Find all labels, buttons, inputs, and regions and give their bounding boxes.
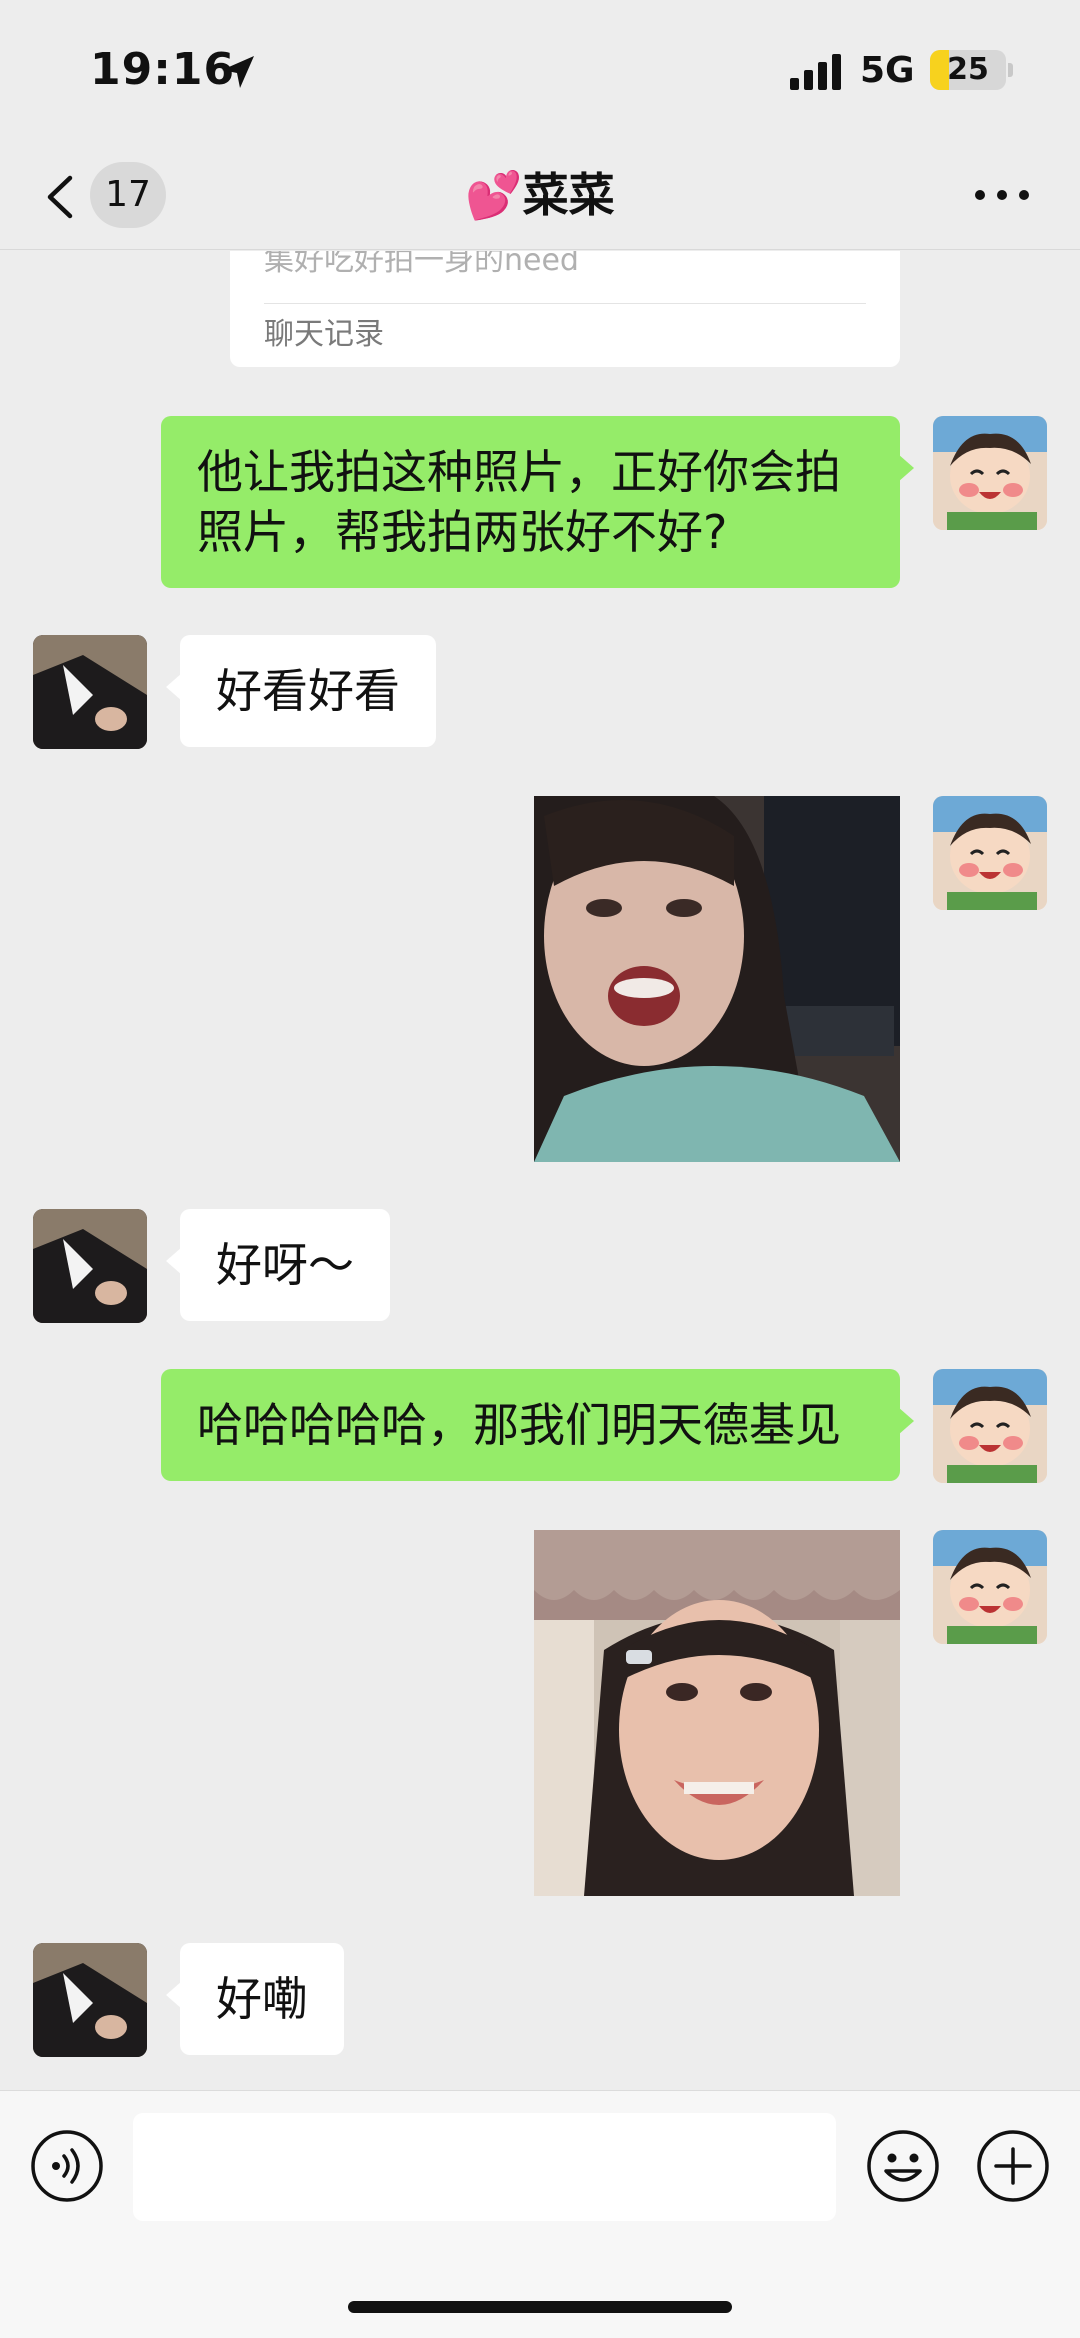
- message-list[interactable]: 集好吃好拍一身的need 聊天记录 他让我拍这种照片，正好你会拍照片，帮我拍两张…: [0, 251, 1080, 2089]
- battery-nub: [1008, 63, 1013, 77]
- child-avatar-image: [933, 796, 1047, 910]
- cellular-signal-icon: [790, 54, 841, 90]
- my-avatar[interactable]: [933, 1369, 1047, 1483]
- battery-level: 25: [947, 52, 989, 87]
- contact-avatar-image: [33, 635, 147, 749]
- contact-avatar[interactable]: [33, 1209, 147, 1323]
- card-divider: [264, 303, 866, 304]
- unread-count-badge: 17: [90, 162, 166, 228]
- more-dots-icon[interactable]: [970, 170, 1034, 220]
- my-avatar[interactable]: [933, 1530, 1047, 1644]
- child-avatar-image: [933, 416, 1047, 530]
- input-bar: [0, 2090, 1080, 2338]
- selfie-photo-smiling: [534, 1530, 900, 1896]
- chat-title: 💕菜菜: [465, 168, 615, 222]
- forwarded-chat-card[interactable]: 集好吃好拍一身的need 聊天记录: [230, 251, 900, 367]
- emoji-smile-icon[interactable]: [866, 2129, 940, 2203]
- message-bubble-me[interactable]: 哈哈哈哈哈，那我们明天德基见: [161, 1369, 914, 1481]
- back-button[interactable]: 17: [36, 162, 176, 228]
- child-avatar-image: [933, 1369, 1047, 1483]
- status-time: 19:16: [90, 44, 236, 95]
- message-bubble-other[interactable]: 好看好看: [166, 635, 436, 747]
- message-image-me[interactable]: [534, 1530, 900, 1896]
- message-image-me[interactable]: [534, 796, 900, 1162]
- forwarded-preview-text: 集好吃好拍一身的need: [264, 251, 579, 278]
- chevron-left-icon: [47, 175, 73, 219]
- home-indicator: [348, 2301, 732, 2313]
- location-arrow-icon: [222, 56, 254, 88]
- status-bar: 19:16 5G 25: [0, 0, 1080, 140]
- my-avatar[interactable]: [933, 416, 1047, 530]
- message-input[interactable]: [133, 2113, 836, 2221]
- selfie-photo-open-mouth: [534, 796, 900, 1162]
- message-bubble-other[interactable]: 好呀～: [166, 1209, 390, 1321]
- message-bubble-me[interactable]: 他让我拍这种照片，正好你会拍照片，帮我拍两张好不好?: [161, 416, 914, 588]
- voice-input-icon[interactable]: [30, 2129, 104, 2203]
- contact-avatar-image: [33, 1943, 147, 2057]
- chat-header: 17 💕菜菜: [0, 140, 1080, 250]
- forwarded-card-label: 聊天记录: [264, 317, 384, 352]
- child-avatar-image: [933, 1530, 1047, 1644]
- plus-circle-icon[interactable]: [976, 2129, 1050, 2203]
- battery-indicator: 25: [930, 50, 1006, 90]
- contact-avatar-image: [33, 1209, 147, 1323]
- contact-avatar[interactable]: [33, 635, 147, 749]
- network-type: 5G: [860, 50, 915, 91]
- message-bubble-other[interactable]: 好嘞: [166, 1943, 344, 2055]
- contact-avatar[interactable]: [33, 1943, 147, 2057]
- my-avatar[interactable]: [933, 796, 1047, 910]
